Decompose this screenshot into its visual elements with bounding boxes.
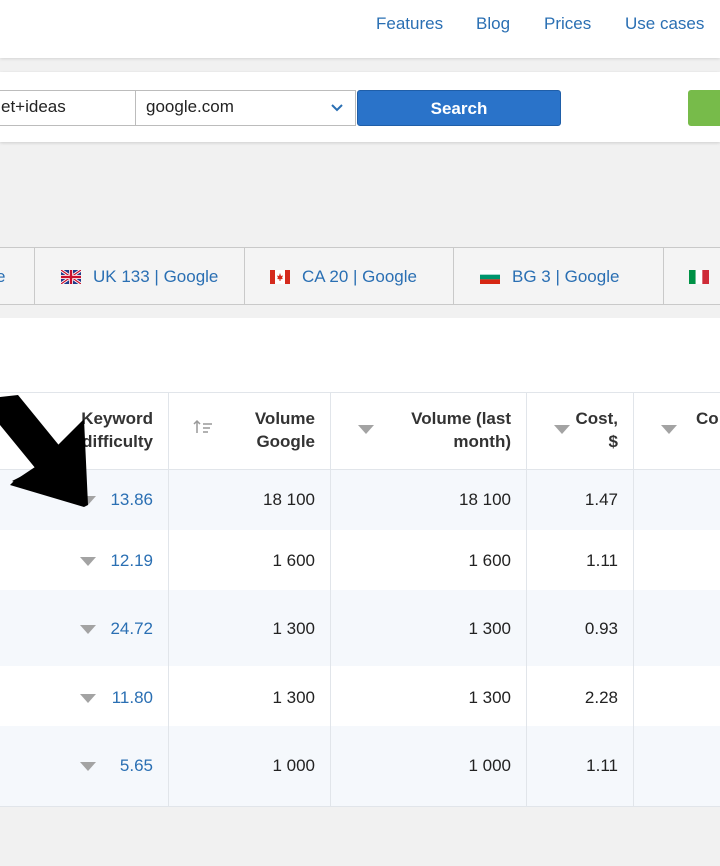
tab-partial-left[interactable]: e: [0, 248, 35, 305]
volume-google-value: 1 000: [272, 756, 315, 775]
keyword-difficulty-value[interactable]: 5.65: [120, 756, 153, 776]
volume-last-month-value: 1 300: [468, 688, 511, 707]
database-select-value: google.com: [146, 97, 234, 116]
expand-caret-icon[interactable]: [80, 557, 96, 566]
volume-google-value: 1 300: [272, 688, 315, 707]
tab-bulgaria[interactable]: BG 3 | Google: [453, 248, 664, 305]
keyword-difficulty-value[interactable]: 24.72: [110, 619, 153, 639]
annotation-arrow-icon: [0, 395, 88, 507]
bulgaria-flag-icon: [480, 269, 500, 284]
green-action-button[interactable]: [688, 90, 720, 126]
volume-google-value: 1 600: [272, 551, 315, 570]
header-cost[interactable]: Cost, $: [570, 407, 619, 453]
header-top-border: [0, 392, 720, 393]
keyword-difficulty-value[interactable]: 11.80: [112, 688, 153, 708]
column-divider: [526, 392, 527, 807]
nav-blog-link[interactable]: Blog: [476, 14, 510, 34]
sort-caret-icon[interactable]: [661, 425, 677, 434]
tab-label: CA 20 | Google: [302, 266, 417, 286]
expand-caret-icon[interactable]: [80, 625, 96, 634]
header-line: Cost,: [575, 409, 619, 428]
canada-flag-icon: [270, 269, 290, 284]
volume-google-value: 1 300: [272, 619, 315, 638]
column-divider: [633, 392, 634, 807]
keyword-input[interactable]: et+ideas: [0, 90, 136, 126]
column-divider: [168, 392, 169, 807]
database-select[interactable]: google.com: [136, 90, 356, 126]
header-line: Volume (last: [411, 409, 511, 428]
tab-canada[interactable]: CA 20 | Google: [244, 248, 454, 305]
sort-caret-icon[interactable]: [358, 425, 374, 434]
tab-label: BG 3 | Google: [512, 266, 620, 286]
header-competition[interactable]: Co: [696, 407, 719, 430]
tab-label: e: [0, 266, 6, 286]
header-line: month): [453, 432, 511, 451]
expand-caret-icon[interactable]: [80, 762, 96, 771]
tab-label: UK 133 | Google: [93, 266, 219, 286]
keyword-difficulty-value[interactable]: 12.19: [110, 551, 153, 571]
search-button[interactable]: Search: [357, 90, 561, 126]
header-line: Co: [696, 409, 719, 428]
header-line: $: [608, 432, 618, 451]
volume-google-value: 18 100: [263, 490, 315, 509]
chevron-down-icon: [331, 104, 343, 112]
cost-value: 2.28: [584, 688, 618, 707]
database-tabs: e UK 133 | Google CA 20 | Google BG 3 | …: [0, 247, 720, 305]
nav-use-cases-link[interactable]: Use cases: [625, 14, 704, 34]
cost-value: 1.47: [584, 490, 618, 509]
search-panel: et+ideas google.com Search: [0, 72, 720, 142]
cost-value: 1.11: [586, 756, 618, 775]
results-table: Keyword difficulty Volume Google Volume …: [0, 318, 720, 807]
table-bottom-border: [0, 806, 720, 807]
uk-flag-icon: [61, 269, 81, 284]
expand-caret-icon[interactable]: [80, 694, 96, 703]
nav-features-link[interactable]: Features: [376, 14, 443, 34]
volume-last-month-value: 1 600: [468, 551, 511, 570]
sort-ascending-icon[interactable]: [193, 419, 213, 435]
volume-last-month-value: 18 100: [459, 490, 511, 509]
keyword-difficulty-value[interactable]: 13.86: [110, 490, 153, 510]
cost-value: 0.93: [584, 619, 618, 638]
volume-last-month-value: 1 300: [468, 619, 511, 638]
tab-italy[interactable]: [663, 248, 720, 305]
sort-caret-icon[interactable]: [554, 425, 570, 434]
header-line: Google: [256, 432, 315, 451]
cost-value: 1.11: [586, 551, 618, 570]
header-line: Volume: [254, 409, 315, 428]
header-volume-google[interactable]: Volume Google: [220, 407, 315, 453]
nav-prices-link[interactable]: Prices: [544, 14, 591, 34]
volume-last-month-value: 1 000: [468, 756, 511, 775]
italy-flag-icon: [689, 269, 709, 284]
header-volume-last-month[interactable]: Volume (last month): [390, 407, 511, 453]
top-navigation: Features Blog Prices Use cases: [0, 0, 720, 58]
tab-uk[interactable]: UK 133 | Google: [34, 248, 245, 305]
column-divider: [330, 392, 331, 807]
